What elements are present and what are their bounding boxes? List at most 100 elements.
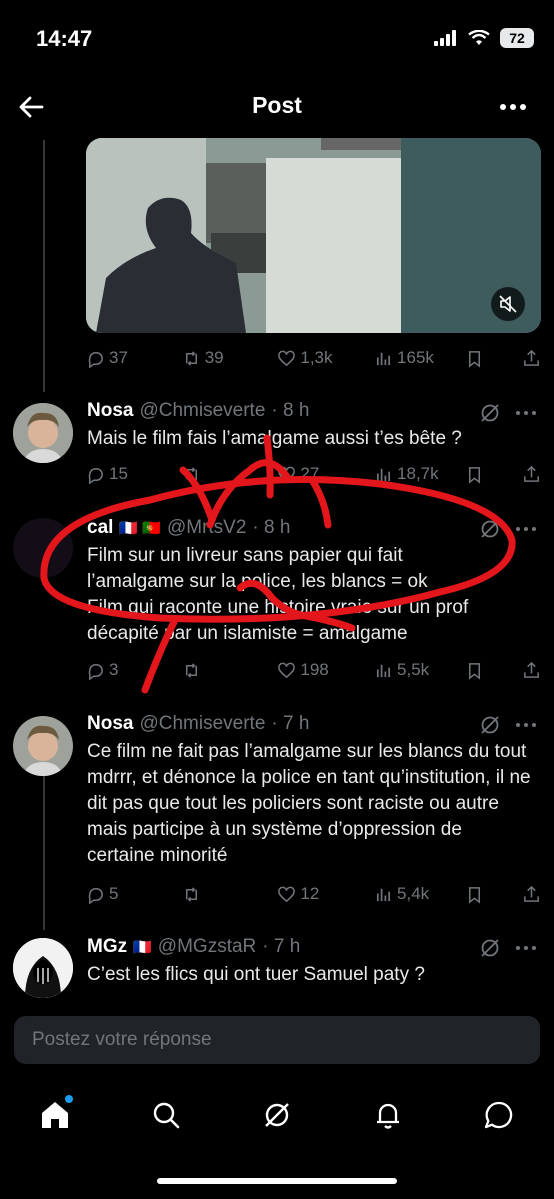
avatar[interactable] — [13, 938, 73, 998]
flag-emoji: 🇫🇷 — [133, 939, 152, 956]
share-icon — [524, 885, 539, 902]
reply-button[interactable]: 37 — [86, 348, 182, 368]
bookmark-button[interactable] — [465, 349, 522, 368]
reply-header: Nosa @Chmiseverte · 8 h — [87, 400, 309, 422]
nav-search[interactable] — [146, 1095, 186, 1135]
like-count: 12 — [300, 884, 320, 903]
timestamp: · 7 h — [262, 936, 301, 957]
like-button[interactable]: 1,3k — [277, 348, 374, 368]
repost-button[interactable] — [182, 465, 278, 484]
views-button[interactable]: 18,7k — [374, 464, 465, 484]
post-actions: 37 39 1,3k 165k — [86, 348, 541, 368]
avatar-photo — [13, 938, 73, 998]
nav-messages[interactable] — [479, 1095, 519, 1135]
grok-icon[interactable] — [479, 714, 501, 736]
share-button[interactable] — [522, 661, 541, 680]
reply-text-line: Film qui raconte une histoire vraie sur … — [87, 597, 469, 618]
repost-count: 39 — [204, 348, 224, 367]
reply-text: Ce film ne fait pas l’amalgame sur les b… — [87, 741, 531, 866]
nav-notifications[interactable] — [368, 1095, 408, 1135]
battery-icon: 72 — [500, 28, 534, 48]
repost-icon — [185, 350, 197, 366]
status-icons: 72 — [434, 28, 534, 48]
repost-icon — [185, 886, 197, 902]
reply-button[interactable]: 3 — [86, 660, 182, 680]
like-button[interactable]: 12 — [277, 884, 374, 904]
author-handle[interactable]: @Chmiseverte — [139, 400, 265, 422]
like-button[interactable]: 27 — [277, 464, 374, 484]
views-button[interactable]: 165k — [374, 348, 465, 368]
reply-text-line: Film sur un livreur sans papier qui fait — [87, 545, 403, 566]
repost-icon — [185, 466, 197, 482]
bookmark-icon — [468, 466, 480, 484]
bottom-nav — [0, 1080, 554, 1150]
author-name[interactable]: Nosa — [87, 400, 133, 422]
share-button[interactable] — [522, 465, 541, 484]
repost-button[interactable] — [182, 885, 278, 904]
views-icon — [376, 468, 391, 481]
reply-button[interactable]: 15 — [86, 464, 182, 484]
more-options-icon[interactable] — [515, 937, 537, 959]
share-button[interactable] — [522, 349, 541, 368]
reply-count: 5 — [109, 884, 119, 903]
more-options-icon[interactable] — [515, 402, 537, 424]
view-count: 165k — [397, 348, 434, 367]
reply-icon — [88, 887, 103, 904]
reply-text-line: l’amalgame sur la police, les blancs = o… — [87, 571, 428, 592]
video-frame — [86, 138, 541, 333]
more-options-icon[interactable] — [498, 96, 528, 118]
bookmark-icon — [468, 886, 480, 904]
bookmark-icon — [468, 350, 480, 368]
video-player[interactable] — [86, 138, 541, 333]
views-button[interactable]: 5,4k — [374, 884, 465, 904]
like-button[interactable]: 198 — [277, 660, 374, 680]
repost-button[interactable] — [182, 661, 278, 680]
like-count: 198 — [300, 660, 329, 679]
repost-button[interactable]: 39 — [182, 348, 278, 368]
author-handle[interactable]: @Chmiseverte — [139, 713, 265, 735]
reply-header: Nosa @Chmiseverte · 7 h — [87, 713, 309, 735]
grok-icon[interactable] — [479, 937, 501, 959]
nav-home[interactable] — [35, 1095, 75, 1135]
grok-icon[interactable] — [479, 402, 501, 424]
reply-count: 37 — [109, 348, 128, 367]
reply-text-line: décapité par un islamiste = amalgame — [87, 623, 408, 644]
signal-icon — [434, 30, 456, 46]
wifi-icon — [468, 30, 490, 45]
bookmark-button[interactable] — [465, 465, 522, 484]
like-count: 27 — [300, 464, 320, 483]
nav-grok[interactable] — [257, 1095, 297, 1135]
reply-icon — [88, 663, 103, 680]
more-options-icon[interactable] — [515, 714, 537, 736]
like-count: 1,3k — [300, 348, 333, 367]
flag-emojis: 🇫🇷 🇵🇹 — [119, 520, 161, 537]
reply-input[interactable]: Postez votre réponse — [14, 1016, 540, 1064]
reply-actions: 3 198 5,5k — [86, 660, 541, 680]
share-button[interactable] — [522, 885, 541, 904]
repost-icon — [185, 662, 197, 678]
reply-header: cal 🇫🇷 🇵🇹 @MrtsV2 · 8 h — [87, 517, 290, 539]
author-name[interactable]: Nosa — [87, 713, 133, 735]
reply-actions: 5 12 5,4k — [86, 884, 541, 904]
reply-count: 3 — [109, 660, 119, 679]
avatar[interactable] — [13, 403, 73, 463]
bookmark-button[interactable] — [465, 885, 522, 904]
status-time: 14:47 — [36, 26, 93, 51]
bookmark-button[interactable] — [465, 661, 522, 680]
views-button[interactable]: 5,5k — [374, 660, 465, 680]
avatar[interactable] — [13, 518, 73, 578]
more-options-icon[interactable] — [515, 518, 537, 540]
author-name[interactable]: MGz — [87, 936, 127, 958]
avatar[interactable] — [13, 716, 73, 776]
reply-text: Mais le film fais l’amalgame aussi t’es … — [87, 428, 462, 449]
author-name[interactable]: cal — [87, 517, 113, 539]
reply-button[interactable]: 5 — [86, 884, 182, 904]
author-handle[interactable]: @MGzstaR — [158, 936, 256, 958]
heart-icon — [278, 350, 296, 366]
thread-line — [43, 770, 45, 930]
view-count: 5,5k — [397, 660, 430, 679]
grok-icon[interactable] — [479, 518, 501, 540]
mute-button[interactable] — [491, 287, 525, 321]
home-indicator — [157, 1178, 397, 1184]
author-handle[interactable]: @MrtsV2 — [167, 517, 246, 539]
